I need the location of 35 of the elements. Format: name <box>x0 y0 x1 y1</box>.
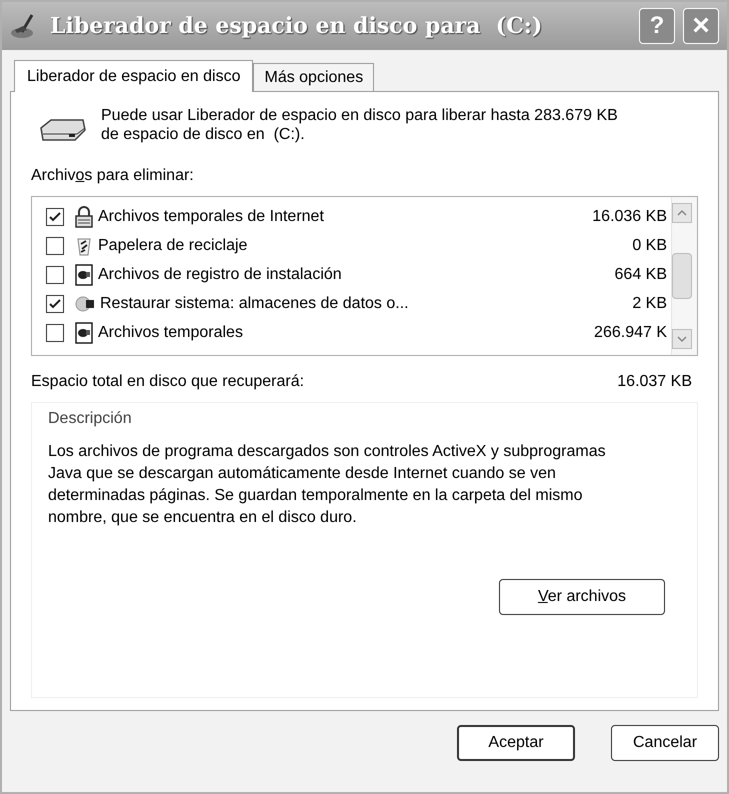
file-size: 16.036 KB <box>592 206 668 226</box>
file-size: 2 KB <box>632 294 668 314</box>
file-name: Papelera de reciclaje <box>98 236 248 256</box>
view-files-button[interactable]: Ver archivos <box>499 579 665 615</box>
total-value: 16.037 KB <box>617 372 692 392</box>
document-icon <box>74 264 94 286</box>
file-name: Archivos temporales de Internet <box>98 206 325 226</box>
tab[interactable]: Más opciones <box>253 63 374 91</box>
scroll-down-icon[interactable] <box>672 329 692 349</box>
intro-text: Puede usar Liberador de espacio en disco para liberar hasta 283.679 KB de espacio de disco en (C:). <box>101 106 619 144</box>
document-icon <box>74 322 94 344</box>
checkbox[interactable] <box>46 266 64 284</box>
checkbox[interactable] <box>46 208 64 226</box>
scroll-thumb[interactable] <box>672 253 692 299</box>
file-name: Archivos de registro de instalación <box>98 264 343 284</box>
file-name: Archivos temporales <box>98 322 244 342</box>
file-size: 664 KB <box>614 264 668 284</box>
file-size: 0 KB <box>632 236 668 256</box>
dialog-button[interactable]: Cancelar <box>611 725 719 761</box>
checkbox[interactable] <box>46 294 64 312</box>
total-label: Espacio total en disco que recuperará: <box>31 372 304 392</box>
checkmark-icon <box>49 212 61 222</box>
file-size: 266.947 K <box>594 322 668 342</box>
checkmark-icon <box>49 298 61 308</box>
checkbox[interactable] <box>46 324 64 342</box>
description-text: Los archivos de programa descargados son controles ActiveX y subprogramas Java que se descargan automáticamente desde Internet cuando se ven determinadas páginas. Se guardan temporalmente en la carpeta del mismo nombre, que se encuentra en el disco duro. <box>48 442 607 528</box>
window-title: Liberador de espacio en disco para (C:) <box>50 12 544 40</box>
description-title: Descripción <box>48 409 133 429</box>
padlock-icon <box>74 206 94 228</box>
file-name: Restaurar sistema: almacenes de datos o... <box>100 294 410 314</box>
tab[interactable]: Liberador de espacio en disco <box>14 60 254 92</box>
checkbox[interactable] <box>46 236 64 254</box>
scroll-up-icon[interactable] <box>672 203 692 223</box>
files-label: Archivos para eliminar: <box>31 166 195 186</box>
dialog-button[interactable]: Aceptar <box>457 725 575 761</box>
